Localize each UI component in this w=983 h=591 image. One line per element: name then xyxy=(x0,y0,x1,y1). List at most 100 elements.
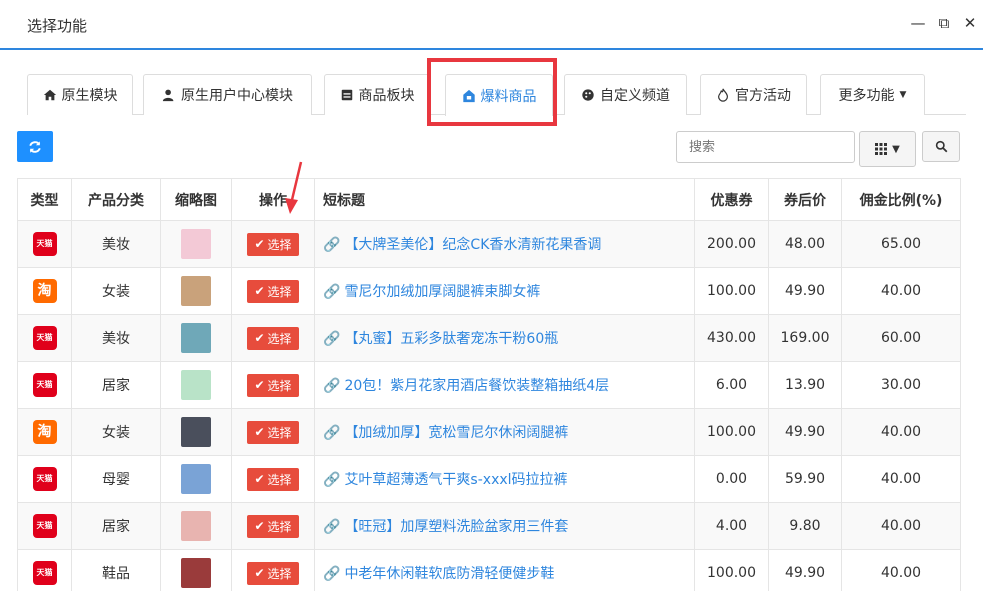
search-button[interactable] xyxy=(922,131,960,162)
product-thumbnail[interactable] xyxy=(181,511,211,541)
select-button[interactable]: ✔ 选择 xyxy=(247,420,299,444)
select-button[interactable]: ✔ 选择 xyxy=(247,561,299,585)
refresh-icon xyxy=(29,140,41,153)
category-cell: 居家 xyxy=(71,361,161,409)
col-commission[interactable]: 佣金比例(%) xyxy=(841,178,961,221)
tab-custom-channel[interactable]: 自定义频道 xyxy=(564,74,687,115)
product-thumbnail[interactable] xyxy=(181,370,211,400)
search-input[interactable] xyxy=(676,131,855,163)
tab-goods-board[interactable]: 商品板块 xyxy=(324,74,430,115)
action-cell: ✔ 选择 xyxy=(231,455,315,503)
column-toggle-button[interactable]: ▼ xyxy=(859,131,916,167)
action-cell: ✔ 选择 xyxy=(231,267,315,315)
select-button[interactable]: ✔ 选择 xyxy=(247,326,299,350)
coupon-cell: 100.00 xyxy=(694,267,769,315)
select-button[interactable]: ✔ 选择 xyxy=(247,373,299,397)
action-cell: ✔ 选择 xyxy=(231,549,315,591)
calendar-icon xyxy=(341,89,352,101)
product-title-link[interactable]: 🔗 【大牌圣美伦】纪念CK香水清新花果香调 xyxy=(323,234,694,254)
check-icon: ✔ xyxy=(254,425,265,439)
table-row: 天猫 居家 ✔ 选择 🔗 【旺冠】加厚塑料洗脸盆家用三件套 4.00 9.80 4… xyxy=(17,502,961,550)
maximize-icon[interactable]: ⧉ xyxy=(935,14,953,32)
select-button[interactable]: ✔ 选择 xyxy=(247,467,299,491)
paint-icon xyxy=(582,89,594,101)
tab-more-functions[interactable]: 更多功能 ▼ xyxy=(820,74,925,115)
category-cell: 女装 xyxy=(71,408,161,456)
select-button[interactable]: ✔ 选择 xyxy=(247,279,299,303)
select-button[interactable]: ✔ 选择 xyxy=(247,232,299,256)
check-icon: ✔ xyxy=(254,519,265,533)
table-row: 淘 女装 ✔ 选择 🔗 【加绒加厚】宽松雪尼尔休闲阔腿裤 100.00 49.90… xyxy=(17,408,961,456)
product-thumbnail[interactable] xyxy=(181,464,211,494)
check-icon: ✔ xyxy=(254,284,265,298)
product-title-link[interactable]: 🔗 中老年休闲鞋软底防滑轻便健步鞋 xyxy=(323,563,694,583)
annotation-arrow xyxy=(285,161,303,214)
refresh-button[interactable] xyxy=(17,131,53,162)
price-cell: 13.90 xyxy=(768,361,842,409)
home-icon xyxy=(43,89,56,101)
coupon-cell: 100.00 xyxy=(694,549,769,591)
product-thumbnail[interactable] xyxy=(181,558,211,588)
product-title-link[interactable]: 🔗 雪尼尔加绒加厚阔腿裤束脚女裤 xyxy=(323,281,694,301)
link-icon: 🔗 xyxy=(323,378,341,394)
commission-cell: 40.00 xyxy=(841,455,961,503)
tmall-platform-icon: 天猫 xyxy=(32,467,57,491)
close-icon[interactable]: ✕ xyxy=(961,14,979,32)
check-icon: ✔ xyxy=(254,472,265,486)
product-title-link[interactable]: 🔗 艾叶草超薄透气干爽s-xxxl码拉拉裤 xyxy=(323,469,694,489)
thumbnail-cell xyxy=(160,455,232,503)
link-icon: 🔗 xyxy=(323,425,341,441)
price-cell: 49.90 xyxy=(768,549,842,591)
price-cell: 49.90 xyxy=(768,408,842,456)
col-category[interactable]: 产品分类 xyxy=(71,178,161,221)
tab-native-modules[interactable]: 原生模块 xyxy=(27,74,133,115)
action-cell: ✔ 选择 xyxy=(231,408,315,456)
caret-down-icon: ▼ xyxy=(899,90,907,100)
commission-cell: 30.00 xyxy=(841,361,961,409)
price-cell: 9.80 xyxy=(768,502,842,550)
tab-official-activity[interactable]: 官方活动 xyxy=(700,74,807,115)
platform-cell: 天猫 xyxy=(17,361,72,409)
check-icon: ✔ xyxy=(254,237,265,251)
tmall-platform-icon: 天猫 xyxy=(32,514,57,538)
thumbnail-cell xyxy=(160,314,232,362)
product-title-link[interactable]: 🔗 20包！紫月花家用酒店餐饮装整箱抽纸4层 xyxy=(323,375,694,395)
coupon-cell: 4.00 xyxy=(694,502,769,550)
select-button[interactable]: ✔ 选择 xyxy=(247,514,299,538)
title-cell: 🔗 20包！紫月花家用酒店餐饮装整箱抽纸4层 xyxy=(314,361,695,409)
table-row: 天猫 鞋品 ✔ 选择 🔗 中老年休闲鞋软底防滑轻便健步鞋 100.00 49.90… xyxy=(17,549,961,591)
product-title-link[interactable]: 🔗 【丸蜜】五彩多肽奢宠冻干粉60瓶 xyxy=(323,328,694,348)
table-header-row: 类型 产品分类 缩略图 操作 短标题 优惠券 券后价 佣金比例(%) xyxy=(17,178,961,221)
title-cell: 🔗 【加绒加厚】宽松雪尼尔休闲阔腿裤 xyxy=(314,408,695,456)
tmall-platform-icon: 天猫 xyxy=(32,561,57,585)
col-coupon[interactable]: 优惠券 xyxy=(694,178,769,221)
link-icon: 🔗 xyxy=(323,331,341,347)
product-thumbnail[interactable] xyxy=(181,276,211,306)
product-thumbnail[interactable] xyxy=(181,323,211,353)
platform-cell: 天猫 xyxy=(17,314,72,362)
user-icon xyxy=(162,89,174,102)
commission-cell: 65.00 xyxy=(841,220,961,268)
platform-cell: 天猫 xyxy=(17,220,72,268)
action-cell: ✔ 选择 xyxy=(231,361,315,409)
col-short-title[interactable]: 短标题 xyxy=(314,178,695,221)
product-title-link[interactable]: 🔗 【旺冠】加厚塑料洗脸盆家用三件套 xyxy=(323,516,694,536)
action-cell: ✔ 选择 xyxy=(231,502,315,550)
grid-icon xyxy=(875,143,888,155)
check-icon: ✔ xyxy=(254,378,265,392)
thumbnail-cell xyxy=(160,502,232,550)
product-thumbnail[interactable] xyxy=(181,417,211,447)
commission-cell: 60.00 xyxy=(841,314,961,362)
col-price[interactable]: 券后价 xyxy=(768,178,842,221)
tab-user-center[interactable]: 原生用户中心模块 xyxy=(143,74,312,115)
window-title: 选择功能 xyxy=(27,17,88,35)
check-icon: ✔ xyxy=(254,566,265,580)
title-cell: 🔗 【旺冠】加厚塑料洗脸盆家用三件套 xyxy=(314,502,695,550)
caret-down-icon: ▼ xyxy=(892,143,900,155)
col-thumbnail[interactable]: 缩略图 xyxy=(160,178,232,221)
product-thumbnail[interactable] xyxy=(181,229,211,259)
minimize-icon[interactable]: — xyxy=(909,14,927,32)
product-title-link[interactable]: 🔗 【加绒加厚】宽松雪尼尔休闲阔腿裤 xyxy=(323,422,694,442)
col-type[interactable]: 类型 xyxy=(17,178,72,221)
thumbnail-cell xyxy=(160,220,232,268)
